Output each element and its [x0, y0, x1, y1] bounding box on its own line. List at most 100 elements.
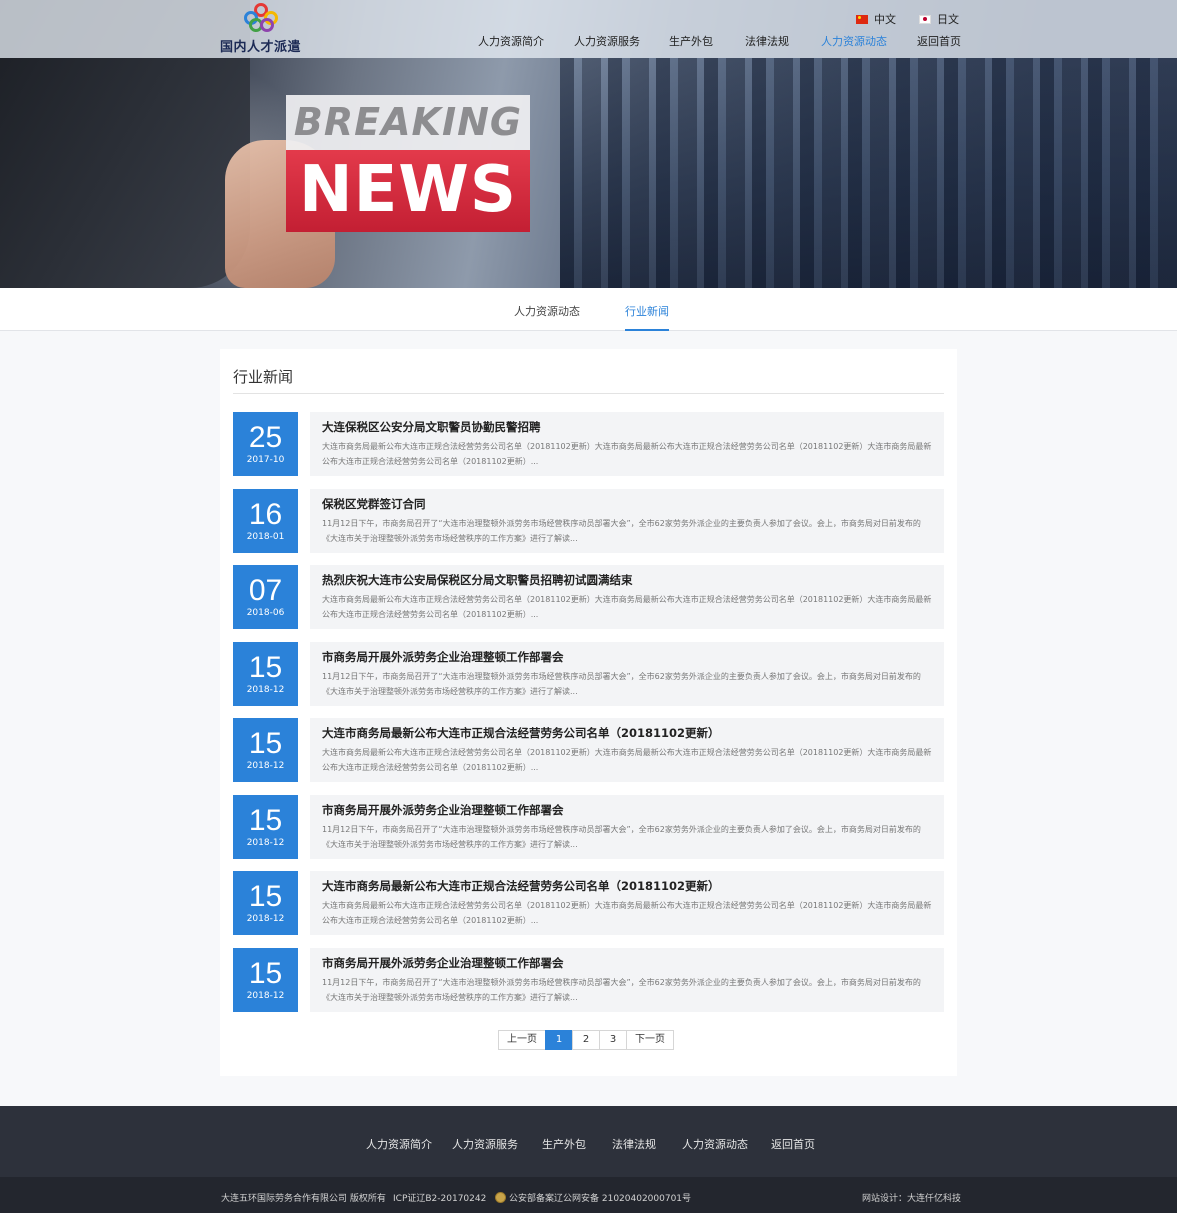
footer-nav-hr-service[interactable]: 人力资源服务 — [452, 1136, 518, 1152]
news-date-badge: 15 2018-12 — [233, 947, 298, 1012]
nav-outsourcing[interactable]: 生产外包 — [669, 33, 713, 49]
news-body: 市商务局开展外派劳务企业治理整顿工作部署会 11月12日下午，市商务局召开了“大连… — [310, 794, 944, 859]
pagination: 上一页 1 2 3 下一页 — [498, 1030, 674, 1050]
news-year-month: 2018-12 — [246, 837, 285, 848]
footer-nav-law[interactable]: 法律法规 — [612, 1136, 656, 1152]
news-summary: 大连市商务局最新公布大连市正规合法经营劳务公司名单（20181102更新）大连市… — [322, 595, 932, 619]
hero-banner: BREAKING NEWS 国内人才派遣 中文 日文 人力资源简介 人力资源服务… — [0, 0, 1177, 288]
logo-rings-icon — [242, 3, 280, 34]
news-summary: 11月12日下午，市商务局召开了“大连市治理整顿外派劳务市场经营秩序动员部署大会… — [322, 671, 921, 696]
city-skyline-image — [560, 58, 1177, 288]
footer-nav-bar: 人力资源简介 人力资源服务 生产外包 法律法规 人力资源动态 返回首页 — [0, 1106, 1177, 1177]
news-year-month: 2017-10 — [246, 455, 285, 465]
news-day: 15 — [248, 880, 283, 913]
news-body: 热烈庆祝大连市公安局保税区分局文职警员招聘初试圆满结束大连市商务局最新公布大连市… — [310, 565, 944, 629]
news-date-badge: 15 2018-12 — [233, 794, 298, 859]
design-credit[interactable]: 网站设计：大连仟亿科技 — [862, 1191, 961, 1204]
news-title-link[interactable]: 保税区党群签订合同 — [322, 496, 933, 512]
news-list-item[interactable]: 15 2018-12 市商务局开展外派劳务企业治理整顿工作部署会 11月12日下午，市… — [233, 794, 944, 859]
news-day: 15 — [248, 727, 283, 760]
footer-nav-hr-news[interactable]: 人力资源动态 — [682, 1136, 748, 1152]
news-list-item[interactable]: 25 2017-10 大连保税区公安分局文职警员协勤民警招聘大连市商务局最新公布大连… — [233, 412, 944, 476]
top-navigation-bar: 国内人才派遣 中文 日文 人力资源简介 人力资源服务 生产外包 法律法规 人力资… — [0, 0, 1177, 58]
news-summary: 11月12日下午，市商务局召开了“大连市治理整顿外派劳务市场经营秩序动员部署大会… — [322, 518, 921, 543]
news-body: 大连市商务局最新公布大连市正规合法经营劳务公司名单（20181102更新） 大连市… — [310, 871, 944, 935]
news-title-link[interactable]: 市商务局开展外派劳务企业治理整顿工作部署会 — [322, 649, 933, 665]
sub-tabs: 人力资源动态 行业新闻 — [0, 288, 1177, 331]
news-day: 25 — [248, 421, 283, 454]
footer-bottom-bar: 大连五环国际劳务合作有限公司 版权所有 ICP证辽B2-20170242 公安部… — [0, 1177, 1177, 1213]
logo-ring-purple — [260, 18, 274, 32]
lang-chinese[interactable]: 中文 — [856, 11, 896, 27]
footer-nav-hr-intro[interactable]: 人力资源简介 — [366, 1136, 432, 1152]
news-year-month: 2018-01 — [246, 531, 285, 542]
lang-chinese-label: 中文 — [874, 13, 896, 26]
news-year-month: 2018-12 — [246, 684, 285, 695]
nav-hr-service[interactable]: 人力资源服务 — [574, 33, 640, 49]
news-list-item[interactable]: 16 2018-01 保税区党群签订合同 11月12日下午，市商务局召开了“大连市治理… — [233, 488, 944, 553]
china-flag-icon — [856, 14, 868, 24]
news-title-link[interactable]: 市商务局开展外派劳务企业治理整顿工作部署会 — [322, 955, 933, 971]
news-body: 市商务局开展外派劳务企业治理整顿工作部署会 11月12日下午，市商务局召开了“大连… — [310, 641, 944, 706]
news-summary: 11月12日下午，市商务局召开了“大连市治理整顿外派劳务市场经营秩序动员部署大会… — [322, 824, 921, 849]
page-1-button[interactable]: 1 — [545, 1030, 573, 1050]
news-title-link[interactable]: 大连市商务局最新公布大连市正规合法经营劳务公司名单（20181102更新） — [322, 725, 933, 741]
news-day: 15 — [248, 956, 283, 990]
police-record[interactable]: 公安部备案辽公网安备 21020402000701号 — [495, 1191, 691, 1204]
news-list-card: 行业新闻 25 2017-10 大连保税区公安分局文职警员协勤民警招聘 大连市商务局最… — [220, 349, 957, 1076]
news-list-item[interactable]: 15 2018-12 市商务局开展外派劳务企业治理整顿工作部署会 11月12日下午，市… — [233, 641, 944, 706]
site-logo[interactable]: 国内人才派遣 — [220, 3, 302, 55]
nav-hr-news[interactable]: 人力资源动态 — [821, 33, 887, 49]
news-date-badge: 25 2017-10 — [233, 412, 298, 476]
news-list-item[interactable]: 07 2018-06 热烈庆祝大连市公安局保税区分局文职警员招聘初试圆满结束 大连市商… — [233, 565, 944, 629]
news-title-link[interactable]: 大连市商务局最新公布大连市正规合法经营劳务公司名单（20181102更新） — [322, 878, 933, 894]
news-summary: 大连市商务局最新公布大连市正规合法经营劳务公司名单（20181102更新）大连市… — [322, 901, 932, 925]
news-list-item[interactable]: 15 2018-12 大连市商务局最新公布大连市正规合法经营劳务公司名单（20181… — [233, 718, 944, 782]
news-year-month: 2018-12 — [246, 990, 285, 1001]
news-body: 大连市商务局最新公布大连市正规合法经营劳务公司名单（20181102更新） 大连市… — [310, 718, 944, 782]
page-2-button[interactable]: 2 — [572, 1030, 600, 1050]
news-date-badge: 15 2018-12 — [233, 718, 298, 782]
news-title-link[interactable]: 热烈庆祝大连市公安局保税区分局文职警员招聘初试圆满结束 — [322, 572, 933, 588]
tab-hr-news[interactable]: 人力资源动态 — [514, 303, 580, 319]
nav-law[interactable]: 法律法规 — [745, 33, 789, 49]
nav-home[interactable]: 返回首页 — [917, 33, 961, 49]
next-page-button[interactable]: 下一页 — [626, 1030, 674, 1050]
news-date-badge: 16 2018-01 — [233, 488, 298, 553]
lang-japanese[interactable]: 日文 — [919, 11, 959, 27]
divider — [233, 393, 944, 394]
news-title-link[interactable]: 市商务局开展外派劳务企业治理整顿工作部署会 — [322, 802, 933, 818]
banner-breaking-text: BREAKING — [286, 95, 530, 150]
police-badge-icon — [495, 1192, 506, 1203]
news-title-link[interactable]: 大连保税区公安分局文职警员协勤民警招聘 — [322, 419, 933, 435]
news-summary: 11月12日下午，市商务局召开了“大连市治理整顿外派劳务市场经营秩序动员部署大会… — [322, 977, 921, 1002]
news-day: 15 — [248, 650, 283, 684]
nav-hr-intro[interactable]: 人力资源简介 — [478, 33, 544, 49]
section-title: 行业新闻 — [233, 368, 294, 386]
news-year-month: 2018-12 — [246, 761, 285, 771]
icp-link[interactable]: ICP证辽B2-20170242 — [393, 1191, 486, 1204]
news-summary: 大连市商务局最新公布大连市正规合法经营劳务公司名单（20181102更新）大连市… — [322, 442, 932, 466]
news-day: 15 — [248, 803, 283, 837]
lang-japanese-label: 日文 — [937, 13, 959, 26]
news-list-item[interactable]: 15 2018-12 大连市商务局最新公布大连市正规合法经营劳务公司名单（20181… — [233, 871, 944, 935]
news-body: 保税区党群签订合同 11月12日下午，市商务局召开了“大连市治理整顿外派劳务市场经… — [310, 488, 944, 553]
police-record-label: 公安部备案辽公网安备 21020402000701号 — [509, 1194, 692, 1204]
page-3-button[interactable]: 3 — [599, 1030, 627, 1050]
news-body: 市商务局开展外派劳务企业治理整顿工作部署会 11月12日下午，市商务局召开了“大连… — [310, 947, 944, 1012]
copyright-text: 大连五环国际劳务合作有限公司 版权所有 — [221, 1194, 386, 1204]
news-day: 07 — [248, 574, 283, 607]
japan-flag-icon — [919, 14, 931, 24]
news-summary: 大连市商务局最新公布大连市正规合法经营劳务公司名单（20181102更新）大连市… — [322, 748, 932, 772]
news-date-badge: 15 2018-12 — [233, 871, 298, 935]
news-year-month: 2018-12 — [246, 914, 285, 924]
tab-industry-news[interactable]: 行业新闻 — [625, 303, 669, 331]
news-date-badge: 15 2018-12 — [233, 641, 298, 706]
news-day: 16 — [248, 497, 283, 531]
prev-page-button[interactable]: 上一页 — [498, 1030, 546, 1050]
news-date-badge: 07 2018-06 — [233, 565, 298, 629]
footer-nav-home[interactable]: 返回首页 — [771, 1136, 815, 1152]
news-list-item[interactable]: 15 2018-12 市商务局开展外派劳务企业治理整顿工作部署会 11月12日下午，市… — [233, 947, 944, 1012]
banner-news-text: NEWS — [286, 150, 530, 232]
footer-nav-outsourcing[interactable]: 生产外包 — [542, 1136, 586, 1152]
